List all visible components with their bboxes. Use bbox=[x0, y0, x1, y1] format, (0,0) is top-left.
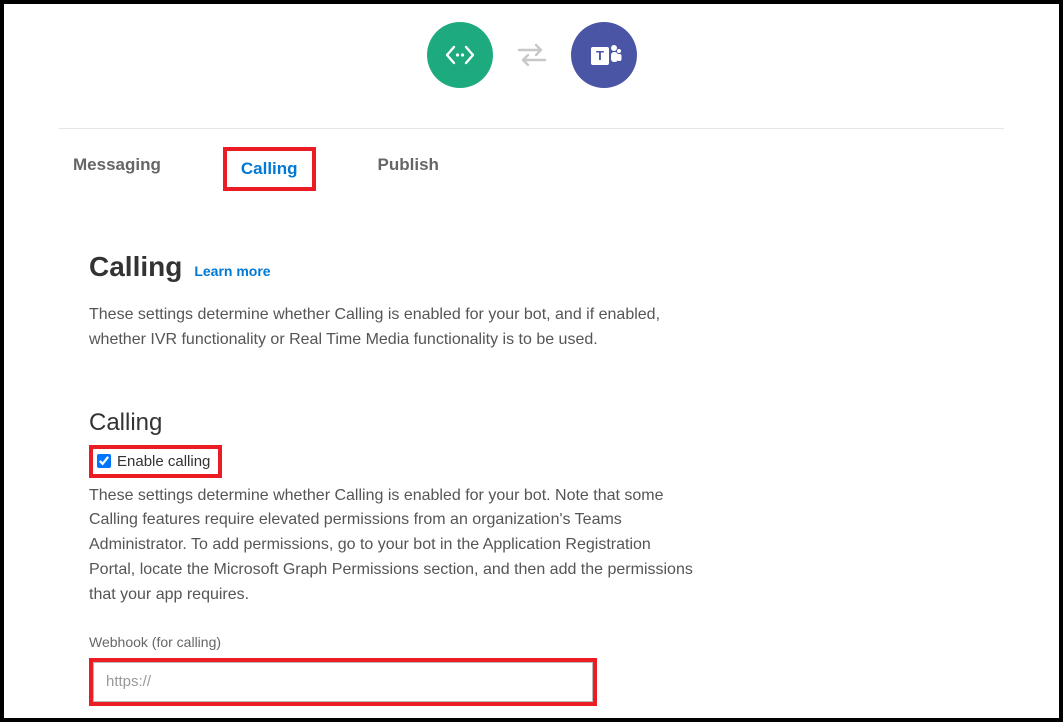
divider bbox=[59, 128, 1004, 129]
webhook-input[interactable] bbox=[93, 662, 593, 702]
tab-publish[interactable]: Publish bbox=[364, 147, 453, 191]
calling-subheading: Calling bbox=[89, 409, 699, 437]
svg-text:T: T bbox=[596, 48, 604, 63]
channel-header-icons: T bbox=[4, 22, 1059, 88]
section-title: Calling bbox=[89, 251, 182, 283]
swap-arrows-icon bbox=[515, 40, 549, 70]
bot-code-icon bbox=[427, 22, 493, 88]
tab-calling[interactable]: Calling bbox=[223, 147, 316, 191]
learn-more-link[interactable]: Learn more bbox=[194, 263, 270, 279]
section-description: These settings determine whether Calling… bbox=[89, 303, 699, 353]
teams-icon: T bbox=[571, 22, 637, 88]
enable-calling-label[interactable]: Enable calling bbox=[117, 453, 210, 470]
content-area: Calling Learn more These settings determ… bbox=[4, 251, 784, 706]
webhook-label: Webhook (for calling) bbox=[89, 634, 699, 650]
tab-messaging[interactable]: Messaging bbox=[59, 147, 175, 191]
webhook-input-highlight bbox=[89, 658, 597, 706]
section-header: Calling Learn more bbox=[89, 251, 699, 283]
calling-description: These settings determine whether Calling… bbox=[89, 484, 699, 608]
enable-calling-checkbox[interactable] bbox=[97, 454, 111, 468]
enable-calling-row[interactable]: Enable calling bbox=[89, 445, 222, 478]
tabs-bar: Messaging Calling Publish bbox=[4, 147, 1059, 191]
